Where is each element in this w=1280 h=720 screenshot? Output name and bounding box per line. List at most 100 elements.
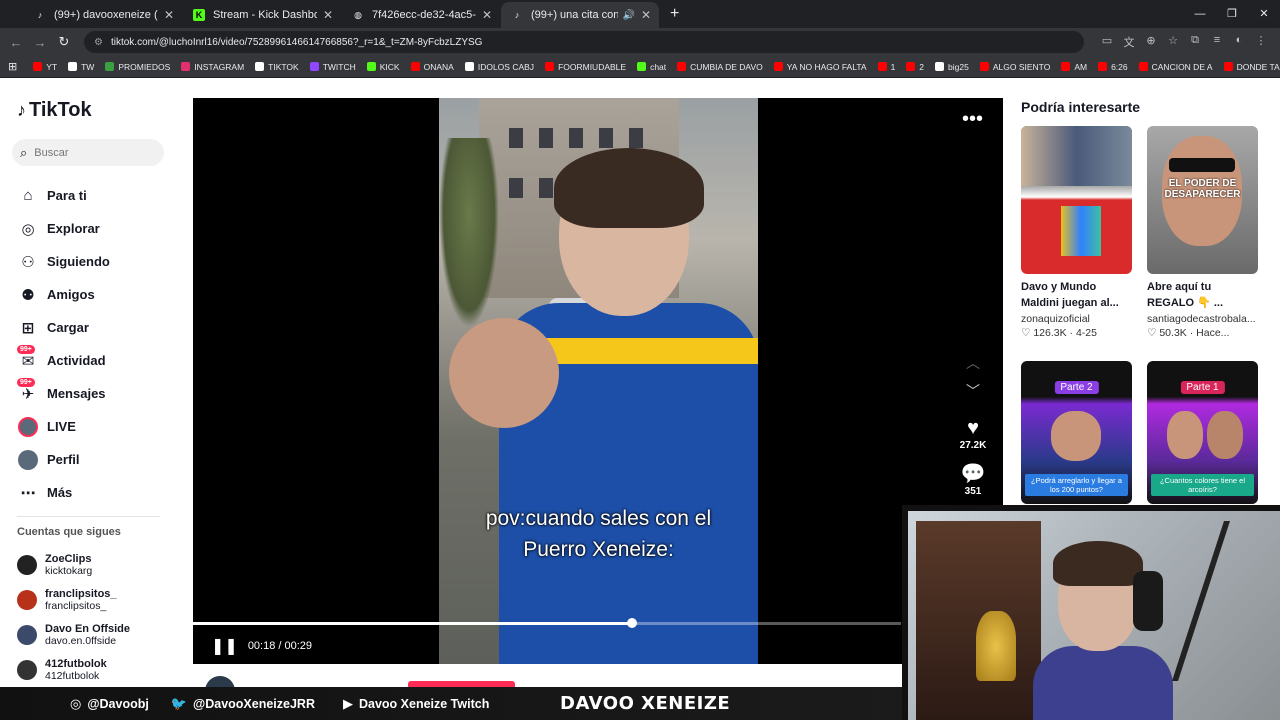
new-tab-button[interactable]: + [670, 2, 679, 28]
card-meta: ♡ 50.3K · Hace... [1147, 327, 1230, 339]
video-thumbnail[interactable]: EL PODER DE DESAPARECER [1147, 126, 1258, 274]
following-account[interactable]: Davo En Offside davo.en.0ffside [17, 617, 167, 652]
sidebar-item-amigos[interactable]: ⚉ Amigos [17, 278, 167, 311]
sidebar-divider [17, 516, 160, 517]
extensions-icon[interactable]: ⧉ [1184, 34, 1206, 50]
bookmark-item[interactable]: INSTAGRAM [181, 62, 244, 72]
bookmark-item[interactable]: 1 [877, 62, 895, 72]
sidebar-item-perfil[interactable]: Perfil [17, 443, 167, 476]
following-account[interactable]: 412futbolok 412futbolok [17, 652, 167, 687]
sidebar-item-para-ti[interactable]: ⌂ Para ti [17, 179, 167, 212]
sidebar-item-live[interactable]: LIVE [17, 410, 167, 443]
browser-tab-active[interactable]: ♪ (99+) una cita con Davito 🔊 ✕ [501, 2, 659, 28]
minimize-icon[interactable]: — [1184, 0, 1216, 28]
chevron-up-icon[interactable]: ︿ [958, 353, 988, 381]
progress-fill [193, 622, 632, 625]
speaker-icon[interactable]: 🔊 [622, 10, 634, 21]
address-bar[interactable]: ⚙ tiktok.com/@luchoInrl16/video/75289961… [84, 31, 1084, 53]
bookmark-item[interactable]: TIKTOK [255, 62, 299, 72]
video-progress-bar[interactable] [193, 618, 901, 628]
stream-brand: DAVOO XENEIZE [560, 693, 731, 714]
video-thumbnail[interactable]: Parte 2 ¿Podrá arreglarlo y llegar a los… [1021, 361, 1132, 504]
bookmark-item[interactable]: YT [33, 62, 57, 72]
bookmark-item[interactable]: 2 [906, 62, 924, 72]
more-options-icon[interactable]: ••• [962, 108, 983, 131]
heart-outline-icon: ♡ [1021, 327, 1031, 339]
back-icon[interactable]: ← [4, 35, 28, 50]
thumbnail-question: ¿Podrá arreglarlo y llegar a los 200 pun… [1025, 474, 1128, 496]
heart-icon[interactable]: ♥ [958, 417, 988, 440]
bookmark-favicon-icon [773, 62, 783, 71]
notification-badge: 99+ [17, 377, 35, 387]
recommended-video-card[interactable]: Parte 1 ¿Cuantos colores tiene el arcoír… [1147, 361, 1258, 504]
bookmark-item[interactable]: FOORMIUDABLE [545, 62, 626, 72]
recommended-video-card[interactable]: Davo y Mundo Maldini juegan al... zonaqu… [1021, 126, 1132, 339]
recommended-video-card[interactable]: EL PODER DE DESAPARECER Abre aquí tu REG… [1147, 126, 1258, 339]
bookmark-item[interactable]: TW [68, 62, 94, 72]
card-author[interactable]: santiagodecastrobala... [1147, 313, 1258, 325]
bookmark-item[interactable]: big25 [935, 62, 969, 72]
bookmark-item[interactable]: 6:26 [1098, 62, 1128, 72]
bookmarks-bar: ⊞ YT TW PROMIEDOS INSTAGRAM TIKTOK TWITCH KICK… [0, 56, 1280, 78]
restore-icon[interactable]: ❐ [1216, 0, 1248, 28]
translate-icon[interactable]: 文 [1118, 34, 1140, 50]
bookmark-item[interactable]: KICK [366, 62, 400, 72]
sidebar-item-mensajes[interactable]: ✈ 99+ Mensajes [17, 377, 167, 410]
comment-icon[interactable]: 💬 [958, 461, 988, 486]
profile-avatar-icon[interactable]: ◐ [1228, 34, 1250, 50]
star-icon[interactable]: ☆ [1162, 34, 1184, 50]
cast-icon[interactable]: ▭ [1096, 34, 1118, 50]
sidebar-item-cargar[interactable]: ⊞ Cargar [17, 311, 167, 344]
bookmark-favicon-icon [677, 62, 687, 71]
bookmark-favicon-icon [877, 62, 887, 71]
bookmark-item[interactable]: PROMIEDOS [105, 62, 170, 72]
bookmark-item[interactable]: IDOLOS CABJ [464, 62, 534, 72]
menu-icon[interactable]: ⋮ [1250, 34, 1272, 50]
video-thumbnail[interactable] [1021, 126, 1132, 274]
media-icon[interactable]: ≡ [1206, 34, 1228, 50]
sidebar-item-actividad[interactable]: ✉ 99+ Actividad [17, 344, 167, 377]
bookmark-item[interactable]: CUMBIA DE DAVO [677, 62, 763, 72]
progress-handle[interactable] [626, 618, 637, 628]
browser-tab[interactable]: ♪ (99+) davooxeneize (@davooxe ✕ [24, 2, 182, 28]
site-info-icon[interactable]: ⚙ [94, 37, 103, 48]
chevron-down-icon[interactable]: ﹀ [958, 381, 988, 417]
bookmark-item[interactable]: TWITCH [309, 62, 356, 72]
bookmark-item[interactable]: chat [637, 62, 666, 72]
bookmark-item[interactable]: ALGO SIENTO [979, 62, 1050, 72]
reload-icon[interactable]: ↻ [52, 34, 76, 50]
profile-icon [17, 449, 39, 470]
close-icon[interactable]: ✕ [641, 8, 651, 22]
close-window-icon[interactable]: ✕ [1248, 0, 1280, 28]
sidebar-item-explorar[interactable]: ◎ Explorar [17, 212, 167, 245]
search-box[interactable]: ⌕ [12, 139, 164, 166]
close-icon[interactable]: ✕ [323, 8, 333, 22]
close-icon[interactable]: ✕ [164, 8, 174, 22]
browser-tab[interactable]: K Stream - Kick Dashboard ✕ [183, 2, 341, 28]
card-author[interactable]: zonaquizoficial [1021, 313, 1132, 325]
bookmark-item[interactable]: CANCION DE A [1138, 62, 1213, 72]
apps-icon[interactable]: ⊞ [8, 60, 17, 73]
pause-icon[interactable]: ❚❚ [211, 636, 238, 656]
bookmark-item[interactable]: YA NO HAGO FALTA [773, 62, 867, 72]
browser-tab[interactable]: ◍ 7f426ecc-de32-4ac5-8ffb-b85e ✕ [342, 2, 500, 28]
tiktok-logo[interactable]: ♪ TikTok [17, 99, 92, 122]
bookmark-item[interactable]: AM [1061, 62, 1087, 72]
bookmark-item[interactable]: DONDE TAN [1223, 62, 1280, 72]
forward-icon[interactable]: → [28, 35, 52, 50]
following-account[interactable]: franclipsitos_ franclipsitos_ [17, 582, 167, 617]
close-icon[interactable]: ✕ [482, 8, 492, 22]
following-account[interactable]: ZoeClips kicktokarg [17, 547, 167, 582]
part-label: Parte 1 [1180, 381, 1225, 394]
sidebar-item-siguiendo[interactable]: ⚇ Siguiendo [17, 245, 167, 278]
bookmark-item[interactable]: ONANA [410, 62, 454, 72]
recommended-video-card[interactable]: Parte 2 ¿Podrá arreglarlo y llegar a los… [1021, 361, 1132, 504]
friends-icon: ⚉ [21, 286, 35, 304]
sidebar-item-más[interactable]: ⋯ Más [17, 476, 167, 509]
following-section-title: Cuentas que sigues [17, 526, 121, 538]
bookmark-favicon-icon [935, 62, 945, 71]
video-player[interactable]: pov:cuando sales con el Puerro Xeneize: … [193, 98, 1003, 664]
zoom-icon[interactable]: ⊕ [1140, 34, 1162, 50]
video-thumbnail[interactable]: Parte 1 ¿Cuantos colores tiene el arcoír… [1147, 361, 1258, 504]
search-input[interactable] [34, 146, 145, 159]
